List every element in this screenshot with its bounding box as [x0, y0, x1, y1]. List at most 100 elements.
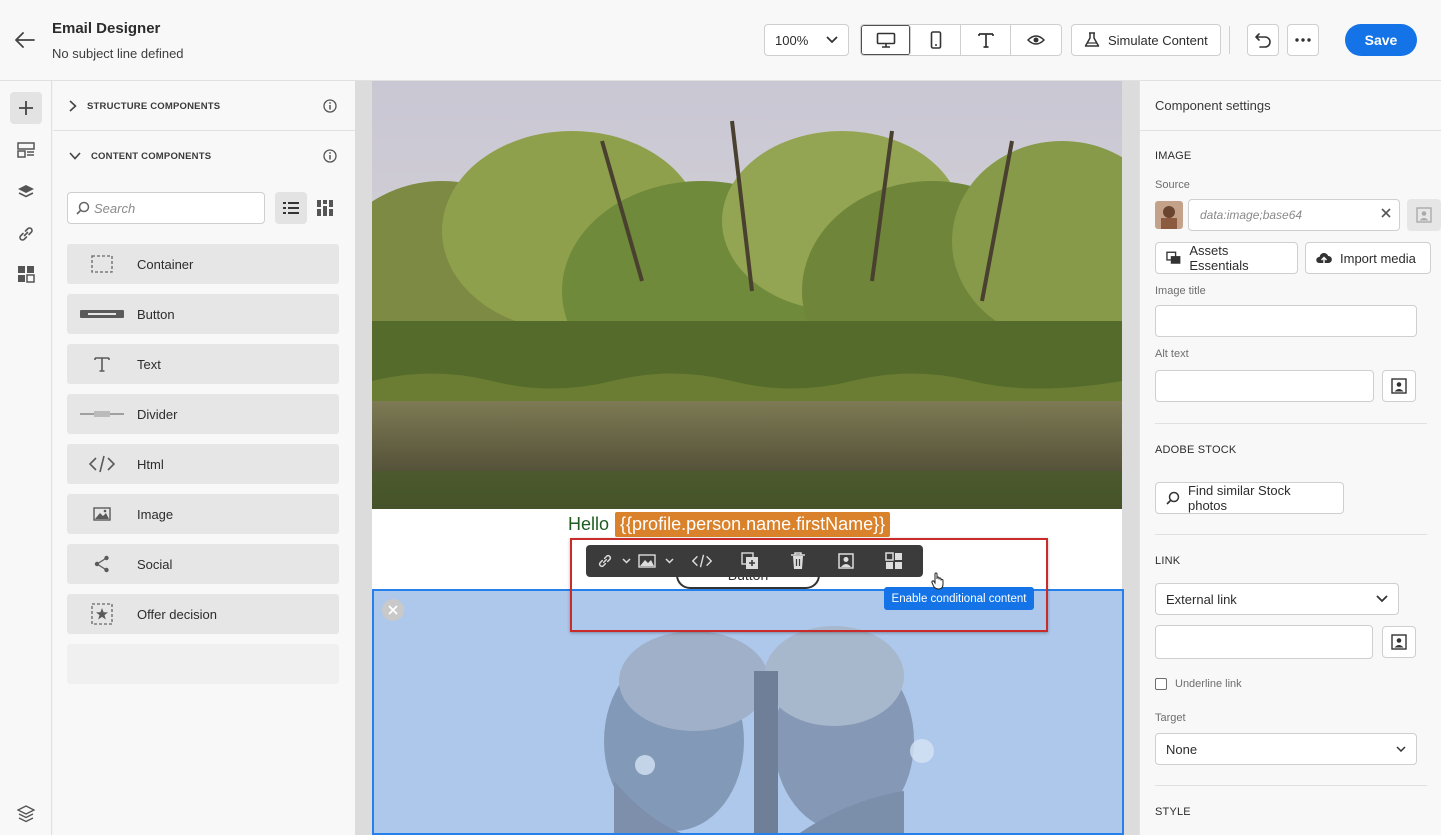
alt-text-input[interactable] — [1155, 370, 1374, 402]
search-input[interactable] — [94, 200, 254, 216]
grid-view-toggle[interactable] — [309, 192, 341, 224]
component-label: Offer decision — [137, 606, 217, 622]
html-icon — [67, 455, 137, 473]
desktop-view-button[interactable] — [861, 25, 911, 55]
component-search[interactable] — [67, 192, 265, 224]
component-label: Button — [137, 306, 175, 322]
target-select[interactable]: None — [1155, 733, 1417, 765]
hero-image-nature[interactable] — [372, 81, 1122, 509]
simulate-content-button[interactable]: Simulate Content — [1071, 24, 1221, 56]
source-field[interactable]: data:image;base64 — [1188, 199, 1400, 231]
import-media-label: Import media — [1340, 250, 1416, 266]
simulate-content-label: Simulate Content — [1108, 32, 1208, 48]
chevron-down-icon — [1376, 595, 1388, 603]
panel-title: Component settings — [1155, 98, 1271, 113]
components-panel: STRUCTURE COMPONENTS CONTENT COMPONENTS … — [53, 81, 355, 835]
personalization-token[interactable]: {{profile.person.name.firstName}} — [615, 511, 891, 537]
app-header: Email Designer No subject line defined 1… — [0, 0, 1441, 81]
code-icon[interactable] — [678, 545, 726, 577]
list-icon — [283, 202, 299, 214]
save-button[interactable]: Save — [1345, 24, 1417, 56]
component-label: Image — [137, 506, 174, 522]
target-value: None — [1166, 741, 1198, 757]
chevron-down-icon — [826, 36, 838, 44]
chevron-right-icon — [69, 100, 77, 112]
personalize-link-button[interactable] — [1382, 626, 1416, 658]
zoom-select[interactable]: 100% — [764, 24, 849, 56]
underline-link-checkbox[interactable]: Underline link — [1155, 678, 1242, 690]
layers-button[interactable] — [10, 176, 42, 208]
component-divider[interactable]: Divider — [67, 394, 339, 434]
personalize-source-button[interactable] — [1407, 199, 1441, 231]
greeting-line[interactable]: Hello {{profile.person.name.firstName}} — [568, 511, 891, 537]
component-label: Html — [137, 456, 164, 472]
alt-text-label: Alt text — [1155, 348, 1189, 360]
assets-essentials-button[interactable]: Assets Essentials — [1155, 242, 1298, 274]
close-icon[interactable] — [382, 599, 404, 621]
duplicate-icon[interactable] — [726, 545, 774, 577]
personalization-icon — [1391, 634, 1407, 650]
chevron-down-icon[interactable] — [660, 545, 678, 577]
personalize-alt-button[interactable] — [1382, 370, 1416, 402]
target-label: Target — [1155, 712, 1186, 724]
component-social[interactable]: Social — [67, 544, 339, 584]
links-button[interactable] — [10, 218, 42, 250]
layers-icon — [18, 185, 34, 198]
text-view-button[interactable] — [961, 25, 1011, 55]
info-icon[interactable] — [323, 149, 337, 163]
assets-button[interactable] — [10, 258, 42, 290]
component-label: Container — [137, 256, 194, 272]
back-arrow-icon[interactable] — [12, 28, 38, 52]
checkbox-box[interactable] — [1155, 678, 1167, 690]
divider — [1155, 785, 1427, 786]
button-icon — [67, 309, 137, 319]
component-offer-decision[interactable]: Offer decision — [67, 594, 339, 634]
conditional-content-icon[interactable] — [870, 545, 918, 577]
link-icon — [19, 227, 33, 241]
underline-link-label: Underline link — [1175, 678, 1242, 690]
plus-icon — [19, 101, 33, 115]
mobile-view-button[interactable] — [911, 25, 961, 55]
image-icon[interactable] — [634, 545, 660, 577]
clear-icon[interactable] — [1381, 208, 1391, 218]
link-icon[interactable] — [592, 545, 618, 577]
fragments-button[interactable] — [10, 134, 42, 166]
component-button[interactable]: Button — [67, 294, 339, 334]
find-stock-photos-button[interactable]: Find similar Stock photos — [1155, 482, 1344, 514]
divider — [1155, 534, 1427, 535]
eye-icon — [1027, 35, 1045, 45]
link-type-select[interactable]: External link — [1155, 583, 1399, 615]
delete-icon[interactable] — [774, 545, 822, 577]
list-view-toggle[interactable] — [275, 192, 307, 224]
more-icon — [1295, 38, 1311, 42]
source-thumbnail — [1155, 201, 1183, 229]
component-text[interactable]: Text — [67, 344, 339, 384]
undo-button[interactable] — [1247, 24, 1279, 56]
add-components-button[interactable] — [10, 92, 42, 124]
content-components-header[interactable]: CONTENT COMPONENTS — [53, 131, 355, 181]
link-url-input[interactable] — [1155, 625, 1373, 659]
component-label: Divider — [137, 406, 178, 422]
image-title-input[interactable] — [1155, 305, 1417, 337]
component-html[interactable]: Html — [67, 444, 339, 484]
grid-assets-icon — [18, 266, 35, 283]
component-image[interactable]: Image — [67, 494, 339, 534]
component-settings-panel: Component settings IMAGE Source data:ima… — [1139, 81, 1441, 835]
structure-components-header[interactable]: STRUCTURE COMPONENTS — [53, 81, 355, 131]
grid-icon — [317, 200, 333, 216]
more-options-button[interactable] — [1287, 24, 1319, 56]
preview-button[interactable] — [1011, 25, 1061, 55]
container-icon — [67, 255, 137, 273]
component-label: Social — [137, 556, 173, 572]
search-icon — [1166, 491, 1180, 505]
chevron-down-icon[interactable] — [618, 545, 634, 577]
import-media-button[interactable]: Import media — [1305, 242, 1431, 274]
flask-icon — [1084, 32, 1100, 47]
settings-stack-button[interactable] — [10, 798, 42, 830]
component-label: Text — [137, 356, 161, 372]
save-fragment-icon[interactable] — [822, 545, 870, 577]
zoom-value: 100% — [775, 32, 809, 48]
component-container[interactable]: Container — [67, 244, 339, 284]
info-icon[interactable] — [323, 99, 337, 113]
header-divider — [1229, 26, 1230, 54]
